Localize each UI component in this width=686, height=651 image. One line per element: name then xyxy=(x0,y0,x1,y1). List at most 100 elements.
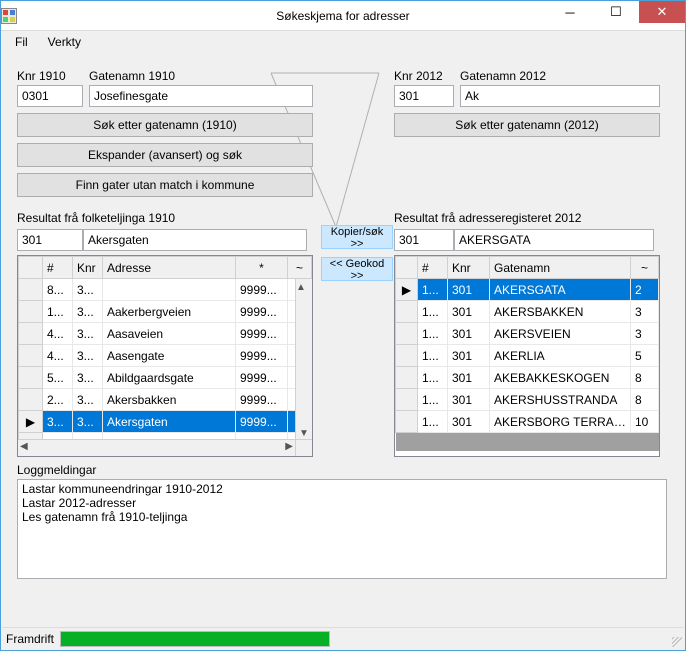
center-buttons: Kopier/søk >> << Geokod >> xyxy=(321,225,393,281)
cell-tilde: 3 xyxy=(631,301,659,323)
table-row[interactable]: 4...3...Aasengate9999...0 xyxy=(19,345,312,367)
cell-gatenamn: AKEBAKKESKOGEN xyxy=(490,367,631,389)
log-label: Loggmeldingar xyxy=(17,463,667,477)
cell-knr: 301 xyxy=(448,345,490,367)
cell-num: 8... xyxy=(43,279,73,301)
left-pane: Knr 1910 Gatenamn 1910 Søk etter gatenam… xyxy=(17,69,313,457)
close-icon: ✕ xyxy=(657,4,668,20)
cell-knr: 3... xyxy=(73,323,103,345)
window: Søkeskjema for adresser ─ ☐ ✕ Fil Verkty… xyxy=(0,0,686,651)
minimize-button[interactable]: ─ xyxy=(547,1,593,23)
result-1910-label: Resultat frå folketeljinga 1910 xyxy=(17,211,313,225)
cell-num: 1... xyxy=(43,301,73,323)
col-num[interactable]: # xyxy=(43,257,73,279)
cell-star: 9999... xyxy=(236,411,288,433)
cell-adresse: Aakerbergveien xyxy=(103,301,236,323)
result-2012-table[interactable]: # Knr Gatenamn ~ ▶1...301AKERSGATA21...3… xyxy=(394,255,660,457)
row-header xyxy=(19,345,43,367)
table-row[interactable]: 1...301AKEBAKKESKOGEN8 xyxy=(396,367,659,389)
cell-num: 1... xyxy=(418,301,448,323)
horizontal-scrollbar[interactable]: ◀ ▶ xyxy=(18,439,295,456)
gate1910-input[interactable] xyxy=(89,85,313,107)
cell-num: 1... xyxy=(418,279,448,301)
search-2012-button[interactable]: Søk etter gatenamn (2012) xyxy=(394,113,660,137)
close-button[interactable]: ✕ xyxy=(639,1,685,23)
cell-adresse xyxy=(103,279,236,301)
knr1910-label: Knr 1910 xyxy=(17,69,83,83)
cell-gatenamn: AKERSHUSSTRANDA xyxy=(490,389,631,411)
cell-tilde: 10 xyxy=(631,411,659,433)
find-nomatch-button[interactable]: Finn gater utan match i kommune xyxy=(17,173,313,197)
cell-num: 4... xyxy=(43,323,73,345)
result-2012-gate[interactable] xyxy=(454,229,654,251)
cell-knr: 301 xyxy=(448,301,490,323)
menu-tools[interactable]: Verkty xyxy=(40,33,89,51)
col-adresse[interactable]: Adresse xyxy=(103,257,236,279)
cell-knr: 301 xyxy=(448,323,490,345)
geokod-button[interactable]: << Geokod >> xyxy=(321,257,393,281)
row-header xyxy=(19,367,43,389)
cell-knr: 3... xyxy=(73,411,103,433)
table-row[interactable]: 1...301AKERLIA5 xyxy=(396,345,659,367)
table-row[interactable]: 5...3...Abildgaardsgate9999...0 xyxy=(19,367,312,389)
table-row[interactable]: 1...301AKERSHUSSTRANDA8 xyxy=(396,389,659,411)
row-header xyxy=(19,279,43,301)
minimize-icon: ─ xyxy=(565,5,574,20)
col-tilde[interactable]: ~ xyxy=(288,257,312,279)
knr2012-input[interactable] xyxy=(394,85,454,107)
col-knr[interactable]: Knr xyxy=(73,257,103,279)
table-row[interactable]: 1...301AKERSBAKKEN3 xyxy=(396,301,659,323)
table-row[interactable]: 1...301AKERSBORG TERRASSE10 xyxy=(396,411,659,433)
cell-tilde: 8 xyxy=(631,367,659,389)
log-textarea[interactable] xyxy=(17,479,667,579)
search-1910-button[interactable]: Søk etter gatenamn (1910) xyxy=(17,113,313,137)
col-star[interactable]: * xyxy=(236,257,288,279)
copy-search-button[interactable]: Kopier/søk >> xyxy=(321,225,393,249)
result-1910-gate[interactable] xyxy=(83,229,307,251)
col-gatenamn[interactable]: Gatenamn xyxy=(490,257,631,279)
table-row[interactable]: 8...3...9999...0 xyxy=(19,279,312,301)
cell-num: 3... xyxy=(43,411,73,433)
result-1910-knr[interactable] xyxy=(17,229,83,251)
expand-search-button[interactable]: Ekspander (avansert) og søk xyxy=(17,143,313,167)
row-header xyxy=(19,323,43,345)
col-knr-2[interactable]: Knr xyxy=(448,257,490,279)
cell-num: 1... xyxy=(418,367,448,389)
cell-num: 1... xyxy=(418,345,448,367)
cell-num: 4... xyxy=(43,345,73,367)
table-row[interactable]: 4...3...Aasaveien9999...0 xyxy=(19,323,312,345)
scrollbar-corner xyxy=(295,439,312,456)
cell-adresse: Abildgaardsgate xyxy=(103,367,236,389)
vertical-scrollbar[interactable]: ▲ ▼ xyxy=(295,279,312,439)
row-header xyxy=(19,301,43,323)
cell-num: 1... xyxy=(418,323,448,345)
menu-file[interactable]: Fil xyxy=(7,33,36,51)
progress-fill xyxy=(61,632,329,646)
cell-tilde: 3 xyxy=(631,323,659,345)
cell-star: 9999... xyxy=(236,367,288,389)
table-row[interactable]: 1...301AKERSVEIEN3 xyxy=(396,323,659,345)
scroll-left-icon: ◀ xyxy=(18,440,30,454)
maximize-button[interactable]: ☐ xyxy=(593,1,639,23)
row-header xyxy=(396,301,418,323)
table-row[interactable]: ▶3...3...Akersgaten9999...0 xyxy=(19,411,312,433)
cell-star: 9999... xyxy=(236,323,288,345)
resize-grip[interactable] xyxy=(670,635,682,647)
right-pane: Knr 2012 Gatenamn 2012 Søk etter gatenam… xyxy=(394,69,660,457)
title-bar[interactable]: Søkeskjema for adresser ─ ☐ ✕ xyxy=(1,1,685,31)
col-num-2[interactable]: # xyxy=(418,257,448,279)
menu-bar: Fil Verkty xyxy=(1,31,685,53)
result-1910-table[interactable]: # Knr Adresse * ~ 8...3...9999...01...3.… xyxy=(17,255,313,457)
row-header: ▶ xyxy=(19,411,43,433)
result-2012-knr[interactable] xyxy=(394,229,454,251)
table-row[interactable]: ▶1...301AKERSGATA2 xyxy=(396,279,659,301)
table-row[interactable]: 1...3...Aakerbergveien9999...0 xyxy=(19,301,312,323)
knr1910-input[interactable] xyxy=(17,85,83,107)
cell-knr: 3... xyxy=(73,301,103,323)
table-row[interactable]: 2...3...Akersbakken9999...0 xyxy=(19,389,312,411)
row-header xyxy=(396,323,418,345)
gate2012-input[interactable] xyxy=(460,85,660,107)
gate2012-label: Gatenamn 2012 xyxy=(460,69,660,83)
col-tilde-2[interactable]: ~ xyxy=(631,257,659,279)
cell-gatenamn: AKERSVEIEN xyxy=(490,323,631,345)
